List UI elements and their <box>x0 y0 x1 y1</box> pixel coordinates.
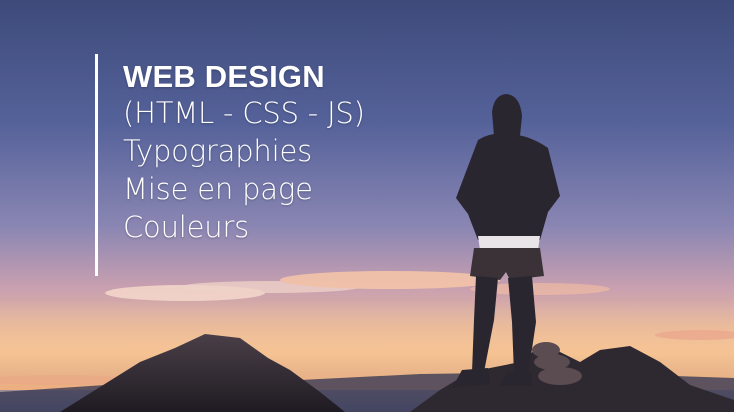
headline-line-layout: Mise en page <box>123 172 313 206</box>
vertical-divider <box>95 54 98 276</box>
headline-title: WEB DESIGN <box>123 59 325 94</box>
headline-text: WEB DESIGN (HTML - CSS - JS) Typographie… <box>123 60 365 246</box>
mountain-sunset-photo <box>0 94 734 412</box>
headline-line-tech: (HTML - CSS - JS) <box>123 96 365 130</box>
headline-line-colors: Couleurs <box>123 210 250 244</box>
hero-banner: WEB DESIGN (HTML - CSS - JS) Typographie… <box>0 0 734 412</box>
headline-line-typography: Typographies <box>123 134 313 168</box>
